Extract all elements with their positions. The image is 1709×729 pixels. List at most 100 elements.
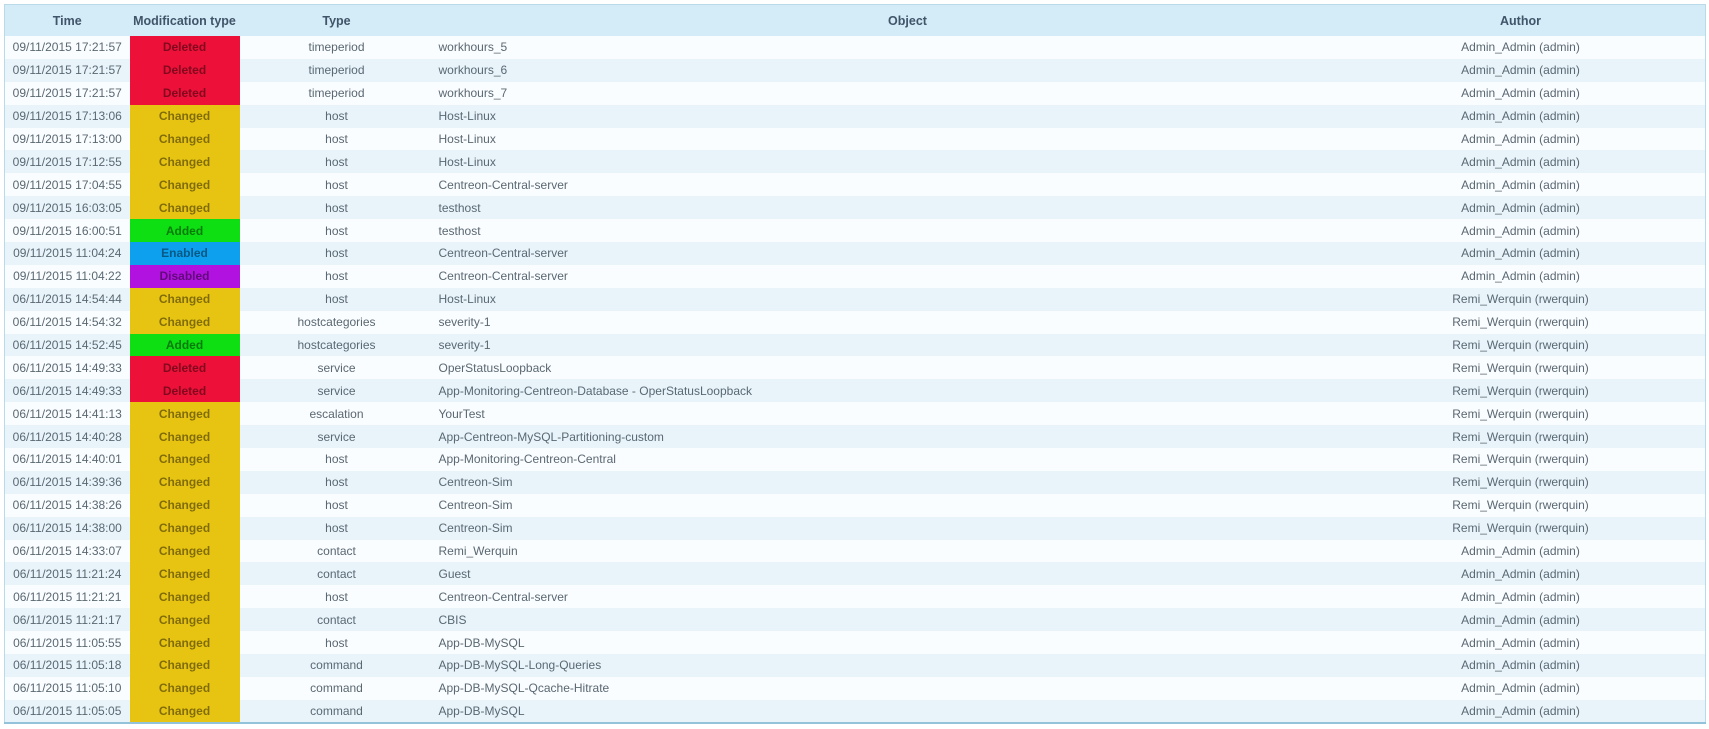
- table-row[interactable]: 09/11/2015 17:21:57Deletedtimeperiodwork…: [5, 36, 1706, 59]
- modification-badge: Disabled: [130, 265, 240, 288]
- modification-badge: Changed: [130, 311, 240, 334]
- table-row[interactable]: 09/11/2015 17:13:06ChangedhostHost-Linux…: [5, 105, 1706, 128]
- spacer-cell: [1660, 402, 1706, 425]
- column-header-object: Object: [434, 5, 1382, 37]
- table-row[interactable]: 06/11/2015 11:05:05ChangedcommandApp-DB-…: [5, 700, 1706, 723]
- spacer-cell: [1660, 471, 1706, 494]
- header-row: Time Modification type Type Object Autho…: [5, 5, 1706, 37]
- type-cell: timeperiod: [240, 59, 434, 82]
- type-cell: contact: [240, 562, 434, 585]
- author-cell: Remi_Werquin (rwerquin): [1382, 379, 1660, 402]
- spacer-cell: [1660, 494, 1706, 517]
- spacer-cell: [1660, 425, 1706, 448]
- table-row[interactable]: 09/11/2015 17:12:55ChangedhostHost-Linux…: [5, 150, 1706, 173]
- table-row[interactable]: 06/11/2015 14:41:13ChangedescalationYour…: [5, 402, 1706, 425]
- author-cell: Remi_Werquin (rwerquin): [1382, 517, 1660, 540]
- object-cell: Host-Linux: [434, 150, 1382, 173]
- type-cell: timeperiod: [240, 82, 434, 105]
- table-row[interactable]: 06/11/2015 11:05:18ChangedcommandApp-DB-…: [5, 654, 1706, 677]
- modification-badge: Deleted: [130, 36, 240, 59]
- table-row[interactable]: 06/11/2015 14:49:33DeletedserviceOperSta…: [5, 356, 1706, 379]
- spacer-cell: [1660, 379, 1706, 402]
- object-cell: workhours_6: [434, 59, 1382, 82]
- table-row[interactable]: 06/11/2015 14:52:45Addedhostcategoriesse…: [5, 334, 1706, 357]
- table-row[interactable]: 06/11/2015 11:21:17ChangedcontactCBISAdm…: [5, 608, 1706, 631]
- table-row[interactable]: 06/11/2015 14:38:00ChangedhostCentreon-S…: [5, 517, 1706, 540]
- object-cell: CBIS: [434, 608, 1382, 631]
- type-cell: command: [240, 677, 434, 700]
- table-row[interactable]: 06/11/2015 14:38:26ChangedhostCentreon-S…: [5, 494, 1706, 517]
- table-row[interactable]: 09/11/2015 16:03:05ChangedhosttesthostAd…: [5, 196, 1706, 219]
- type-cell: host: [240, 288, 434, 311]
- audit-log-table-body: 09/11/2015 17:21:57Deletedtimeperiodwork…: [5, 36, 1706, 723]
- type-cell: command: [240, 654, 434, 677]
- time-cell: 06/11/2015 14:41:13: [5, 402, 130, 425]
- table-row[interactable]: 09/11/2015 17:13:00ChangedhostHost-Linux…: [5, 128, 1706, 151]
- spacer-cell: [1660, 334, 1706, 357]
- author-cell: Remi_Werquin (rwerquin): [1382, 494, 1660, 517]
- type-cell: host: [240, 150, 434, 173]
- table-row[interactable]: 09/11/2015 17:21:57Deletedtimeperiodwork…: [5, 82, 1706, 105]
- table-row[interactable]: 06/11/2015 11:05:55ChangedhostApp-DB-MyS…: [5, 631, 1706, 654]
- spacer-cell: [1660, 82, 1706, 105]
- spacer-cell: [1660, 196, 1706, 219]
- author-cell: Admin_Admin (admin): [1382, 562, 1660, 585]
- table-row[interactable]: 06/11/2015 14:49:33DeletedserviceApp-Mon…: [5, 379, 1706, 402]
- author-cell: Admin_Admin (admin): [1382, 608, 1660, 631]
- author-cell: Admin_Admin (admin): [1382, 700, 1660, 723]
- table-row[interactable]: 06/11/2015 14:40:01ChangedhostApp-Monito…: [5, 448, 1706, 471]
- type-cell: host: [240, 173, 434, 196]
- spacer-cell: [1660, 150, 1706, 173]
- object-cell: Centreon-Sim: [434, 517, 1382, 540]
- author-cell: Remi_Werquin (rwerquin): [1382, 402, 1660, 425]
- modification-badge: Added: [130, 334, 240, 357]
- table-row[interactable]: 06/11/2015 14:54:32Changedhostcategories…: [5, 311, 1706, 334]
- spacer-cell: [1660, 631, 1706, 654]
- time-cell: 06/11/2015 14:49:33: [5, 379, 130, 402]
- table-row[interactable]: 06/11/2015 14:39:36ChangedhostCentreon-S…: [5, 471, 1706, 494]
- type-cell: contact: [240, 540, 434, 563]
- type-cell: contact: [240, 608, 434, 631]
- modification-badge: Changed: [130, 196, 240, 219]
- author-cell: Admin_Admin (admin): [1382, 150, 1660, 173]
- type-cell: host: [240, 448, 434, 471]
- column-header-author: Author: [1382, 5, 1660, 37]
- type-cell: service: [240, 356, 434, 379]
- table-row[interactable]: 06/11/2015 11:21:24ChangedcontactGuestAd…: [5, 562, 1706, 585]
- table-row[interactable]: 06/11/2015 14:40:28ChangedserviceApp-Cen…: [5, 425, 1706, 448]
- time-cell: 06/11/2015 14:38:26: [5, 494, 130, 517]
- author-cell: Remi_Werquin (rwerquin): [1382, 334, 1660, 357]
- modification-badge: Changed: [130, 654, 240, 677]
- spacer-cell: [1660, 677, 1706, 700]
- type-cell: host: [240, 585, 434, 608]
- time-cell: 06/11/2015 11:21:24: [5, 562, 130, 585]
- table-row[interactable]: 09/11/2015 11:04:22DisabledhostCentreon-…: [5, 265, 1706, 288]
- type-cell: hostcategories: [240, 334, 434, 357]
- table-row[interactable]: 09/11/2015 17:21:57Deletedtimeperiodwork…: [5, 59, 1706, 82]
- author-cell: Admin_Admin (admin): [1382, 36, 1660, 59]
- object-cell: Guest: [434, 562, 1382, 585]
- spacer-cell: [1660, 105, 1706, 128]
- modification-badge: Changed: [130, 677, 240, 700]
- table-row[interactable]: 06/11/2015 11:05:10ChangedcommandApp-DB-…: [5, 677, 1706, 700]
- spacer-cell: [1660, 288, 1706, 311]
- time-cell: 06/11/2015 14:33:07: [5, 540, 130, 563]
- table-row[interactable]: 06/11/2015 11:21:21ChangedhostCentreon-C…: [5, 585, 1706, 608]
- object-cell: App-Centreon-MySQL-Partitioning-custom: [434, 425, 1382, 448]
- table-row[interactable]: 09/11/2015 17:04:55ChangedhostCentreon-C…: [5, 173, 1706, 196]
- table-row[interactable]: 09/11/2015 16:00:51AddedhosttesthostAdmi…: [5, 219, 1706, 242]
- time-cell: 09/11/2015 11:04:22: [5, 265, 130, 288]
- table-row[interactable]: 06/11/2015 14:54:44ChangedhostHost-Linux…: [5, 288, 1706, 311]
- modification-badge: Changed: [130, 173, 240, 196]
- table-row[interactable]: 06/11/2015 14:33:07ChangedcontactRemi_We…: [5, 540, 1706, 563]
- table-row[interactable]: 09/11/2015 11:04:24EnabledhostCentreon-C…: [5, 242, 1706, 265]
- type-cell: host: [240, 494, 434, 517]
- type-cell: escalation: [240, 402, 434, 425]
- type-cell: service: [240, 379, 434, 402]
- modification-badge: Deleted: [130, 82, 240, 105]
- object-cell: App-DB-MySQL: [434, 631, 1382, 654]
- time-cell: 06/11/2015 11:05:55: [5, 631, 130, 654]
- author-cell: Remi_Werquin (rwerquin): [1382, 356, 1660, 379]
- time-cell: 06/11/2015 14:52:45: [5, 334, 130, 357]
- modification-badge: Deleted: [130, 379, 240, 402]
